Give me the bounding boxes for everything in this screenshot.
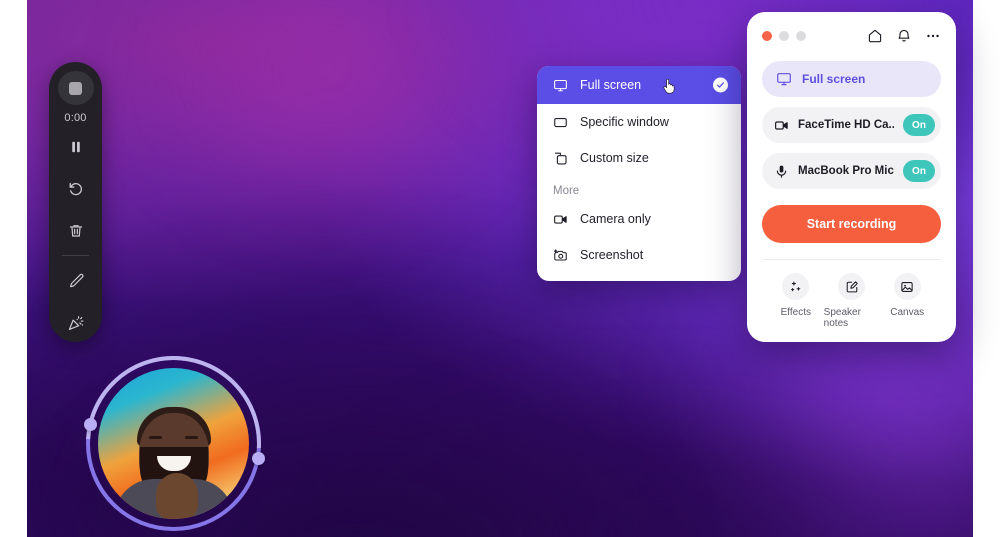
recorder-toolbar: 0:00 — [49, 62, 102, 342]
note-edit-icon-wrapper — [838, 273, 865, 300]
device-row-microphone[interactable]: MacBook Pro Mic... On — [762, 153, 941, 189]
menu-item-label: Specific window — [580, 115, 669, 129]
action-label: Speaker notes — [823, 307, 861, 329]
image-icon-wrapper — [893, 273, 921, 300]
start-recording-button[interactable]: Start recording — [762, 205, 941, 243]
device-row-camera[interactable]: FaceTime HD Ca... On — [762, 107, 941, 143]
menu-section-label-more: More — [553, 185, 580, 197]
sparkle-icon — [790, 280, 801, 291]
camera-toggle[interactable]: On — [903, 114, 935, 136]
window-traffic-lights — [762, 31, 806, 41]
video-camera-icon — [775, 120, 788, 130]
note-edit-icon — [846, 280, 858, 292]
screen: 0:00 Full screen Specific window Custom … — [0, 0, 1000, 537]
menu-item-label: Full screen — [580, 78, 642, 92]
recording-timer: 0:00 — [64, 112, 87, 125]
image-icon — [901, 281, 913, 292]
device-name: FaceTime HD Ca... — [798, 119, 894, 131]
webcam-resize-handle-right[interactable] — [252, 452, 265, 465]
webcam-bubble[interactable] — [84, 356, 265, 531]
draw-button[interactable] — [56, 262, 96, 300]
menu-item-camera-only[interactable]: Camera only — [537, 201, 741, 237]
menu-item-custom-size[interactable]: Custom size — [537, 140, 741, 176]
camera-add-icon — [553, 248, 567, 261]
stop-square-icon — [69, 81, 82, 95]
source-selector-label: Full screen — [802, 72, 866, 86]
panel-header — [762, 25, 941, 47]
custom-size-icon — [555, 152, 567, 164]
maximize-window-button[interactable] — [796, 31, 806, 41]
avatar-hand — [155, 473, 198, 519]
webcam-video — [98, 368, 249, 519]
pause-icon — [71, 141, 80, 153]
pen-icon — [69, 274, 83, 288]
sparkle-icon-wrapper — [782, 273, 810, 300]
video-camera-icon — [554, 214, 567, 224]
action-speaker-notes[interactable]: Speaker notes — [824, 273, 880, 329]
home-icon[interactable] — [867, 28, 883, 44]
monitor-icon — [554, 79, 567, 91]
trash-icon — [69, 224, 82, 237]
recorder-control-panel: Full screen FaceTime HD Ca... On MacBook… — [747, 12, 956, 342]
microphone-toggle[interactable]: On — [903, 160, 935, 182]
menu-item-label: Screenshot — [580, 248, 644, 262]
confetti-icon — [68, 316, 83, 331]
avatar-eye — [149, 435, 163, 439]
minimize-window-button[interactable] — [779, 31, 789, 41]
webcam-resize-handle-left[interactable] — [84, 418, 97, 431]
microphone-icon — [776, 165, 787, 178]
source-dropdown-menu: Full screen Specific window Custom size — [537, 66, 741, 281]
restart-button[interactable] — [56, 170, 96, 208]
close-window-button[interactable] — [762, 31, 772, 41]
pause-button[interactable] — [56, 128, 96, 166]
menu-item-label: Custom size — [580, 151, 649, 165]
effects-button[interactable] — [56, 304, 96, 342]
menu-item-label: Camera only — [580, 212, 651, 226]
more-options-icon[interactable] — [925, 28, 941, 44]
menu-item-specific-window[interactable]: Specific window — [537, 104, 741, 140]
restart-icon — [69, 182, 82, 195]
toolbar-divider — [62, 255, 89, 257]
stop-recording-button[interactable] — [57, 71, 94, 106]
action-effects[interactable]: Effects — [768, 273, 824, 329]
menu-item-screenshot[interactable]: Screenshot — [537, 237, 741, 273]
panel-actions: Effects Speaker notes Canvas — [762, 260, 941, 329]
action-canvas[interactable]: Canvas — [879, 273, 935, 329]
mouse-cursor-icon — [663, 78, 675, 94]
monitor-icon — [777, 73, 791, 86]
bell-icon[interactable] — [896, 28, 912, 44]
delete-button[interactable] — [56, 212, 96, 250]
selected-check-icon — [713, 77, 728, 93]
action-label: Effects — [780, 307, 812, 318]
action-label: Canvas — [890, 307, 925, 318]
source-selector-full-screen[interactable]: Full screen — [762, 61, 941, 97]
device-name: MacBook Pro Mic... — [798, 165, 894, 177]
window-icon — [554, 117, 567, 127]
menu-item-full-screen[interactable]: Full screen — [537, 66, 741, 104]
avatar-eye — [184, 435, 198, 439]
panel-header-actions — [867, 28, 941, 44]
